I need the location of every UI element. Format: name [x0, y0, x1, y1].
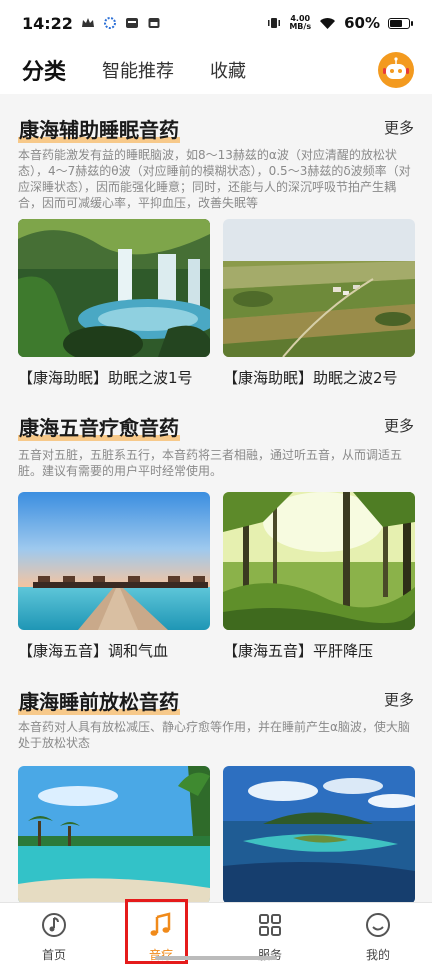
track-card[interactable]: 【康海五音】调和气血 [18, 492, 210, 661]
nav-label: 服务 [257, 948, 282, 962]
selection-highlight-box [125, 899, 188, 964]
section-description: 本音药对人具有放松减压、静心疗愈等作用，并在睡前产生α脑波，使大脑处于放松状态 [18, 720, 410, 750]
nav-mine[interactable]: 我的 [348, 911, 408, 963]
section-description: 本音药能激发有益的睡眠脑波，如8～13赫兹的α波（对应清醒的放松状态），4～7赫… [18, 148, 411, 210]
palm-beach-image [18, 766, 210, 902]
smiley-icon [366, 913, 390, 937]
more-button[interactable]: 更多 [384, 689, 414, 710]
top-tab-bar: 分类 智能推荐 收藏 [0, 46, 432, 94]
nav-label: 我的 [365, 948, 390, 962]
tab-category[interactable]: 分类 [22, 54, 66, 86]
home-indicator[interactable] [155, 956, 277, 960]
pier-sunset-image [18, 492, 210, 630]
section-title: 康海五音疗愈音药 [18, 412, 180, 441]
section-title: 康海睡前放松音药 [18, 686, 180, 715]
track-title: 【康海助眠】助眠之波2号 [223, 369, 398, 387]
waterfall-image [18, 219, 210, 357]
farmland-image [223, 219, 415, 357]
track-card[interactable] [18, 766, 210, 902]
bottom-nav: 首页 音疗 服务 我的 [0, 902, 432, 964]
grid-icon [259, 914, 281, 936]
track-title: 【康海五音】平肝降压 [223, 642, 374, 660]
nav-label: 首页 [41, 948, 66, 962]
nav-home[interactable]: 首页 [24, 911, 84, 963]
forest-image [223, 492, 415, 630]
app-icon [125, 18, 138, 28]
network-speed: 4.00 MB/s [289, 15, 311, 31]
section-description: 五音对五脏，五脏系五行，本音药将三者相融，通过听五音，从而调适五脏。建议有需要的… [18, 448, 403, 478]
track-card[interactable]: 【康海助眠】助眠之波1号 [18, 219, 210, 388]
battery-icon [388, 17, 413, 29]
network-speed-unit: MB/s [289, 22, 312, 31]
track-card[interactable]: 【康海助眠】助眠之波2号 [223, 219, 415, 388]
vibrate-icon [268, 18, 281, 28]
track-card[interactable]: 【康海五音】平肝降压 [223, 492, 415, 661]
flower-icon [103, 17, 116, 29]
tab-smart-recommend[interactable]: 智能推荐 [102, 57, 174, 83]
track-title: 【康海助眠】助眠之波1号 [18, 369, 193, 387]
more-button[interactable]: 更多 [384, 117, 414, 138]
more-button[interactable]: 更多 [384, 415, 414, 436]
crown-icon [81, 18, 94, 27]
track-title: 【康海五音】调和气血 [18, 642, 169, 660]
category-content[interactable]: 康海辅助睡眠音药 更多 本音药能激发有益的睡眠脑波，如8～13赫兹的α波（对应清… [0, 94, 432, 902]
music-note-circle-icon [42, 913, 66, 937]
wifi-icon [320, 17, 336, 29]
tab-favorites[interactable]: 收藏 [210, 57, 246, 83]
track-card[interactable] [223, 766, 415, 902]
status-bar: 14:22 4.00 MB/s 60% [0, 0, 432, 46]
assistant-robot-icon[interactable] [378, 52, 414, 88]
island-image [223, 766, 415, 902]
calendar-icon [148, 18, 160, 28]
section-title: 康海辅助睡眠音药 [18, 114, 180, 143]
battery-text: 60% [344, 14, 380, 32]
status-time: 14:22 [22, 13, 73, 33]
